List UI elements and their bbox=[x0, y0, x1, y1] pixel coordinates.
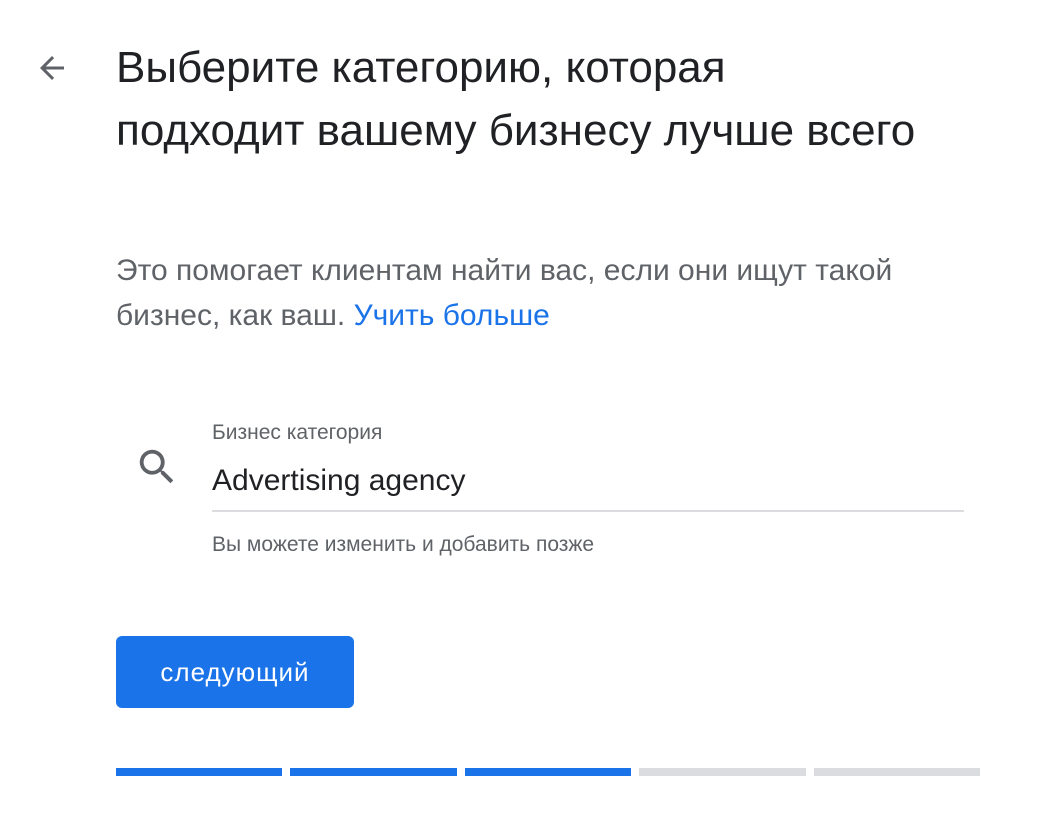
search-icon bbox=[139, 449, 174, 484]
back-button[interactable] bbox=[30, 48, 74, 88]
category-field-helper: Вы можете изменить и добавить позже bbox=[212, 533, 595, 556]
category-field-label: Бизнес категория bbox=[212, 421, 383, 444]
learn-more-link[interactable]: Учить больше bbox=[354, 299, 550, 332]
progress-segment bbox=[464, 768, 632, 776]
progress-segment bbox=[813, 768, 981, 776]
progress-segment bbox=[639, 768, 806, 776]
category-input[interactable] bbox=[212, 462, 964, 512]
page-description: Это помогает клиентам найти вас, если он… bbox=[116, 248, 996, 338]
next-button[interactable]: следующий bbox=[116, 636, 354, 708]
progress-segment bbox=[290, 768, 457, 776]
progress-segment bbox=[116, 768, 283, 776]
page-title: Выберите категорию, которая подходит ваш… bbox=[116, 43, 916, 155]
progress-indicator bbox=[116, 768, 981, 776]
arrow-back-icon bbox=[40, 56, 64, 80]
